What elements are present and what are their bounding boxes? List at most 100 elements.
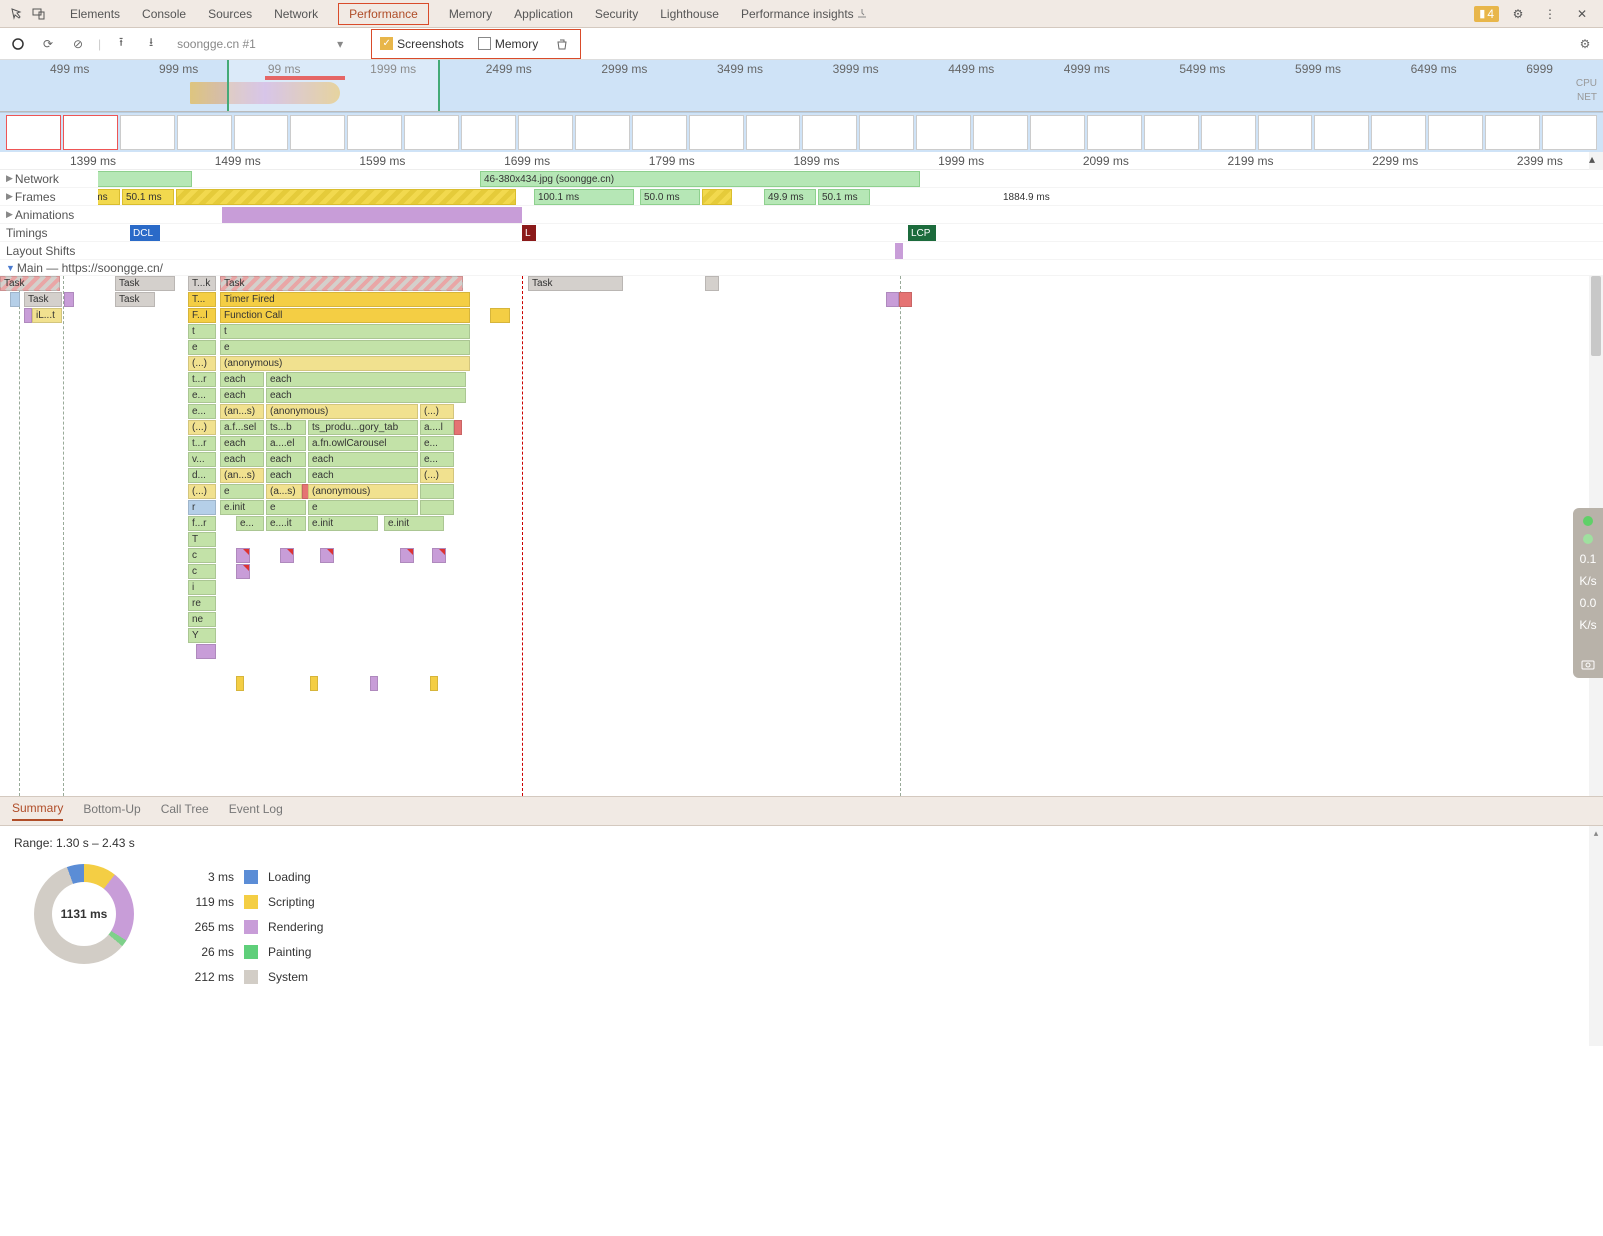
flame-each[interactable]: each: [266, 388, 466, 403]
flame-anon[interactable]: (an...s): [220, 468, 264, 483]
flame-entry[interactable]: Task: [115, 292, 155, 307]
flame-einit[interactable]: e.init: [308, 516, 378, 531]
flame-entry[interactable]: [280, 548, 294, 563]
flame-each[interactable]: each: [266, 452, 306, 467]
flame-entry[interactable]: ne: [188, 612, 216, 627]
flame-entry[interactable]: re: [188, 596, 216, 611]
flame-entry[interactable]: [236, 564, 250, 579]
gc-icon[interactable]: [552, 34, 572, 54]
tab-elements[interactable]: Elements: [68, 3, 122, 25]
flame-function-call[interactable]: F...l: [188, 308, 216, 323]
capture-settings-icon[interactable]: ⚙: [1575, 34, 1595, 54]
lcp-marker[interactable]: LCP: [908, 225, 936, 241]
flame-entry[interactable]: [432, 548, 446, 563]
tab-memory[interactable]: Memory: [447, 3, 494, 25]
flame-entry[interactable]: e...: [188, 404, 216, 419]
flame-entry[interactable]: [64, 292, 74, 307]
flame-task[interactable]: Task: [115, 276, 175, 291]
flame-anon[interactable]: (anonymous): [308, 484, 418, 499]
flame-each[interactable]: each: [220, 452, 264, 467]
flame-entry[interactable]: e: [266, 500, 306, 515]
issues-badge[interactable]: ▮ 4: [1474, 6, 1499, 22]
flame-entry[interactable]: Task: [24, 292, 62, 307]
flame-entry[interactable]: [24, 308, 32, 323]
flame-einit[interactable]: e.init: [220, 500, 264, 515]
flame-entry[interactable]: T...: [188, 292, 216, 307]
flame-entry[interactable]: e...: [188, 388, 216, 403]
flame-entry[interactable]: [400, 548, 414, 563]
flame-entry[interactable]: r: [188, 500, 216, 515]
flame-anon[interactable]: (...): [188, 484, 216, 499]
flame-anon[interactable]: (anonymous): [266, 404, 418, 419]
flame-anon[interactable]: (an...s): [220, 404, 264, 419]
inspect-icon[interactable]: [8, 5, 26, 23]
flame-entry[interactable]: ts...b: [266, 420, 306, 435]
network-speed-widget[interactable]: 0.1 K/s 0.0 K/s: [1573, 508, 1603, 678]
flame-anon[interactable]: (...): [188, 356, 216, 371]
recording-selector[interactable]: soongge.cn #1: [177, 37, 327, 51]
tab-security[interactable]: Security: [593, 3, 640, 25]
flame-anon[interactable]: (...): [420, 468, 454, 483]
flame-task[interactable]: Task: [0, 276, 60, 291]
tab-bottom-up[interactable]: Bottom-Up: [83, 802, 140, 820]
flame-entry[interactable]: e...: [420, 452, 454, 467]
tab-application[interactable]: Application: [512, 3, 575, 25]
flame-each[interactable]: each: [266, 468, 306, 483]
settings-icon[interactable]: ⚙: [1509, 5, 1527, 23]
flame-entry[interactable]: e: [220, 484, 264, 499]
tab-network[interactable]: Network: [272, 3, 320, 25]
flame-entry[interactable]: ts_produ...gory_tab: [308, 420, 418, 435]
flame-chart[interactable]: Task Task T...k Task Task Task Task T...…: [0, 276, 1603, 796]
flame-entry[interactable]: [490, 308, 510, 323]
tab-sources[interactable]: Sources: [206, 3, 254, 25]
screenshots-checkbox[interactable]: ✓: [380, 37, 393, 50]
flame-entry[interactable]: Y: [188, 628, 216, 643]
screenshot-strip[interactable]: [0, 112, 1603, 152]
flame-each[interactable]: each: [266, 372, 466, 387]
flame-each[interactable]: each: [308, 468, 418, 483]
flame-entry[interactable]: f...r: [188, 516, 216, 531]
chevron-down-icon[interactable]: ▾: [337, 37, 343, 51]
tab-event-log[interactable]: Event Log: [229, 802, 283, 820]
flame-entry[interactable]: [420, 484, 454, 499]
tab-lighthouse[interactable]: Lighthouse: [658, 3, 721, 25]
flame-entry[interactable]: c: [188, 564, 216, 579]
flame-anon[interactable]: (a...s): [266, 484, 302, 499]
record-icon[interactable]: [8, 34, 28, 54]
flame-entry[interactable]: a....el: [266, 436, 306, 451]
tab-console[interactable]: Console: [140, 3, 188, 25]
expand-icon[interactable]: ▶: [6, 173, 13, 184]
network-bar[interactable]: 46-380x434.jpg (soongge.cn): [480, 171, 920, 187]
frame-bar[interactable]: 49.9 ms: [764, 189, 816, 205]
flame-entry[interactable]: [370, 676, 378, 691]
flame-entry[interactable]: c: [188, 548, 216, 563]
flame-entry[interactable]: [236, 676, 244, 691]
flame-entry[interactable]: e....it: [266, 516, 306, 531]
upload-icon[interactable]: ⭱: [111, 34, 131, 54]
flame-entry[interactable]: [430, 676, 438, 691]
detail-ruler[interactable]: 1399 ms1499 ms1599 ms1699 ms1799 ms1899 …: [0, 152, 1603, 170]
flame-entry[interactable]: t: [220, 324, 470, 339]
flame-anon[interactable]: (anonymous): [220, 356, 470, 371]
flame-each[interactable]: each: [220, 388, 264, 403]
flame-each[interactable]: each: [308, 452, 418, 467]
flame-task[interactable]: [705, 276, 719, 291]
animation-bar[interactable]: [222, 207, 522, 223]
frame-bar[interactable]: 50.1 ms: [122, 189, 174, 205]
clear-icon[interactable]: ⊘: [68, 34, 88, 54]
flame-timer-fired[interactable]: Timer Fired: [220, 292, 470, 307]
dcl-marker[interactable]: DCL: [130, 225, 160, 241]
flame-entry[interactable]: t...r: [188, 436, 216, 451]
flame-entry[interactable]: [196, 644, 216, 659]
tab-summary[interactable]: Summary: [12, 801, 63, 821]
flame-entry[interactable]: v...: [188, 452, 216, 467]
flame-entry[interactable]: d...: [188, 468, 216, 483]
flame-entry[interactable]: [420, 500, 454, 515]
flame-einit[interactable]: e.init: [384, 516, 444, 531]
summary-scrollbar[interactable]: ▴: [1589, 826, 1603, 1046]
flame-entry[interactable]: e: [308, 500, 418, 515]
flame-entry[interactable]: e: [220, 340, 470, 355]
tab-call-tree[interactable]: Call Tree: [161, 802, 209, 820]
overview-timeline[interactable]: 499 ms999 ms99 ms1999 ms2499 ms2999 ms34…: [0, 60, 1603, 112]
flame-entry[interactable]: e: [188, 340, 216, 355]
